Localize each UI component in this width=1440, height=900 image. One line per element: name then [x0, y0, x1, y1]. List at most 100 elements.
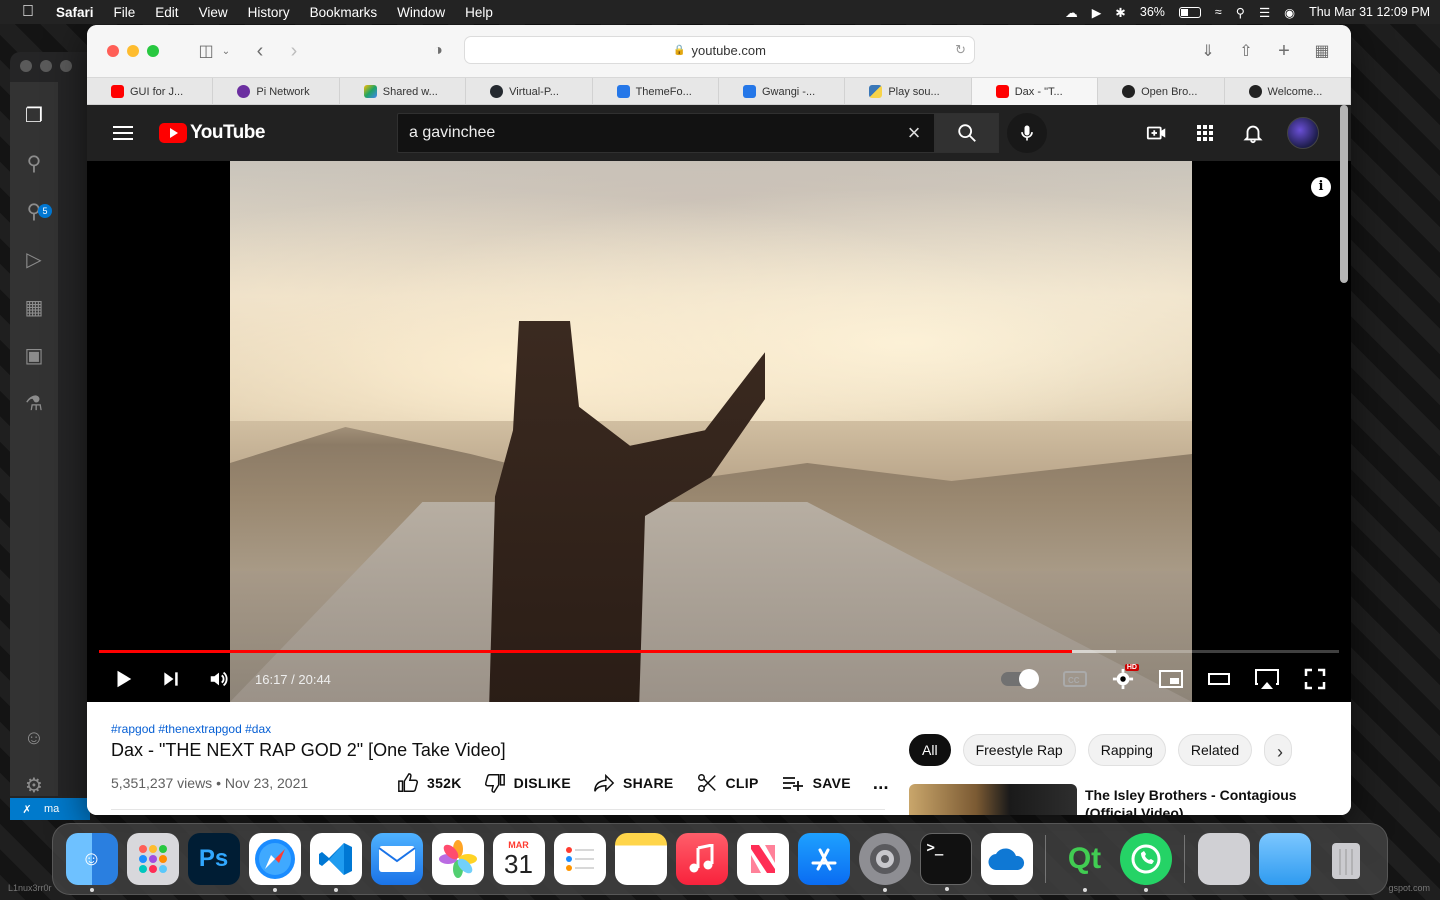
notes-icon[interactable]	[614, 833, 667, 885]
menu-file[interactable]: File	[104, 5, 146, 20]
search-input[interactable]: a gavinchee	[398, 124, 894, 142]
like-button[interactable]: 352K	[397, 772, 462, 794]
menu-bookmarks[interactable]: Bookmarks	[300, 5, 388, 20]
clip-button[interactable]: CLIP	[696, 772, 759, 794]
dislike-button[interactable]: DISLIKE	[484, 772, 571, 794]
accounts-icon[interactable]: ☺	[22, 726, 46, 750]
menu-window[interactable]: Window	[387, 5, 455, 20]
more-actions-icon[interactable]: ...	[873, 773, 889, 794]
settings-button[interactable]: HD	[1099, 657, 1147, 701]
forward-button[interactable]: ›	[281, 38, 307, 64]
git-branch-label[interactable]: ma	[44, 803, 59, 815]
tab[interactable]: Welcome...	[1225, 78, 1351, 105]
mail-icon[interactable]	[370, 833, 423, 885]
menu-edit[interactable]: Edit	[145, 5, 188, 20]
photoshop-icon[interactable]: Ps	[187, 833, 240, 885]
video-player[interactable]: i 16:17 / 20:44 CC HD	[87, 161, 1351, 702]
reminders-icon[interactable]	[553, 833, 606, 885]
bluetooth-icon[interactable]: ✱	[1115, 5, 1125, 20]
vscode-icon[interactable]	[309, 833, 362, 892]
tab[interactable]: Gwangi -...	[719, 78, 846, 105]
clear-search-icon[interactable]: ×	[894, 120, 934, 146]
voice-search-button[interactable]	[1007, 113, 1047, 153]
address-bar[interactable]: 🔒 youtube.com ↻	[464, 36, 975, 64]
document-preview-icon[interactable]	[1197, 833, 1250, 885]
whatsapp-icon[interactable]	[1119, 833, 1172, 892]
menu-history[interactable]: History	[238, 5, 300, 20]
wifi-icon[interactable]: ≈	[1215, 5, 1222, 19]
control-center-icon[interactable]: ☰	[1259, 5, 1270, 20]
launchpad-icon[interactable]	[126, 833, 179, 885]
avatar[interactable]	[1287, 117, 1319, 149]
miniplayer-button[interactable]	[1147, 657, 1195, 701]
chevron-down-icon[interactable]: ⌄	[219, 38, 233, 64]
calendar-icon[interactable]: MAR 31	[492, 833, 545, 885]
new-tab-icon[interactable]: +	[1271, 38, 1297, 64]
siri-icon[interactable]: ◉	[1284, 5, 1295, 20]
app-store-icon[interactable]	[797, 833, 850, 885]
search-box[interactable]: a gavinchee ×	[397, 113, 935, 153]
airplay-button[interactable]	[1243, 657, 1291, 701]
menu-view[interactable]: View	[189, 5, 238, 20]
tab-active[interactable]: Dax - "T...	[971, 78, 1099, 105]
volume-button[interactable]	[195, 657, 243, 701]
qt-creator-icon[interactable]: Qt	[1059, 833, 1111, 892]
testing-icon[interactable]: ⚗	[22, 392, 46, 416]
chip-related[interactable]: Related	[1177, 734, 1253, 766]
tab[interactable]: Play sou...	[845, 78, 972, 105]
subtitles-button[interactable]: CC	[1051, 657, 1099, 701]
next-video-button[interactable]	[147, 657, 195, 701]
close-window-button[interactable]	[107, 45, 119, 57]
tab[interactable]: GUI for J...	[87, 78, 214, 105]
run-debug-icon[interactable]: ▷	[22, 248, 46, 272]
page-scrollbar[interactable]	[1340, 105, 1348, 283]
sidebar-toggle-icon[interactable]: ◫	[193, 38, 219, 64]
remote-explorer-icon[interactable]: ▣	[22, 344, 46, 368]
recommended-video-thumbnail[interactable]	[909, 784, 1077, 815]
reload-icon[interactable]: ↻	[955, 42, 966, 58]
folder-icon[interactable]	[1258, 833, 1311, 885]
tab[interactable]: ThemeFo...	[593, 78, 719, 105]
tab[interactable]: Open Bro...	[1098, 78, 1225, 105]
recommended-video-title[interactable]: The Isley Brothers - Contagious (Officia…	[1085, 786, 1305, 815]
downloads-icon[interactable]: ⇓	[1195, 38, 1221, 64]
video-hashtags[interactable]: #rapgod #thenextrapgod #dax	[111, 722, 271, 736]
hamburger-menu-icon[interactable]	[113, 126, 133, 140]
system-preferences-icon[interactable]	[858, 833, 911, 892]
chip-rapping[interactable]: Rapping	[1087, 734, 1166, 766]
tab[interactable]: Virtual-P...	[466, 78, 593, 105]
create-video-icon[interactable]	[1133, 122, 1181, 144]
share-icon[interactable]: ⇧	[1233, 38, 1259, 64]
chip-freestyle-rap[interactable]: Freestyle Rap	[962, 734, 1076, 766]
minimize-window-button[interactable]	[127, 45, 139, 57]
terminal-icon[interactable]: >_	[919, 833, 972, 891]
autoplay-toggle[interactable]	[1001, 669, 1039, 689]
cloud-icon[interactable]: ☁	[1065, 5, 1078, 20]
finder-icon[interactable]: ☺	[65, 833, 118, 892]
music-icon[interactable]	[675, 833, 728, 885]
play-button[interactable]	[99, 657, 147, 701]
progress-bar[interactable]	[99, 650, 1339, 653]
back-button[interactable]: ‹	[247, 38, 273, 64]
news-icon[interactable]	[736, 833, 789, 885]
remote-indicator-icon[interactable]: ✗	[10, 803, 44, 816]
battery-icon[interactable]	[1178, 6, 1201, 18]
theater-mode-button[interactable]	[1195, 657, 1243, 701]
apple-menu-icon[interactable]: 	[10, 3, 46, 21]
chip-all[interactable]: All	[909, 734, 951, 766]
share-button[interactable]: SHARE	[593, 772, 674, 794]
chevron-right-icon[interactable]: ›	[1277, 742, 1283, 763]
tab[interactable]: Shared w...	[340, 78, 467, 105]
youtube-logo[interactable]: YouTube	[159, 122, 265, 144]
search-icon[interactable]: ⚲	[22, 152, 46, 176]
fullscreen-button[interactable]	[1291, 657, 1339, 701]
photos-icon[interactable]	[431, 833, 484, 885]
media-play-icon[interactable]: ▶	[1092, 5, 1102, 20]
save-button[interactable]: SAVE	[781, 773, 851, 793]
explorer-icon[interactable]: ❐	[22, 104, 46, 128]
notifications-bell-icon[interactable]	[1229, 122, 1277, 144]
onedrive-icon[interactable]	[980, 833, 1033, 885]
menu-help[interactable]: Help	[455, 5, 503, 20]
spotlight-search-icon[interactable]: ⚲	[1236, 5, 1245, 20]
menubar-clock[interactable]: Thu Mar 31 12:09 PM	[1309, 5, 1430, 19]
